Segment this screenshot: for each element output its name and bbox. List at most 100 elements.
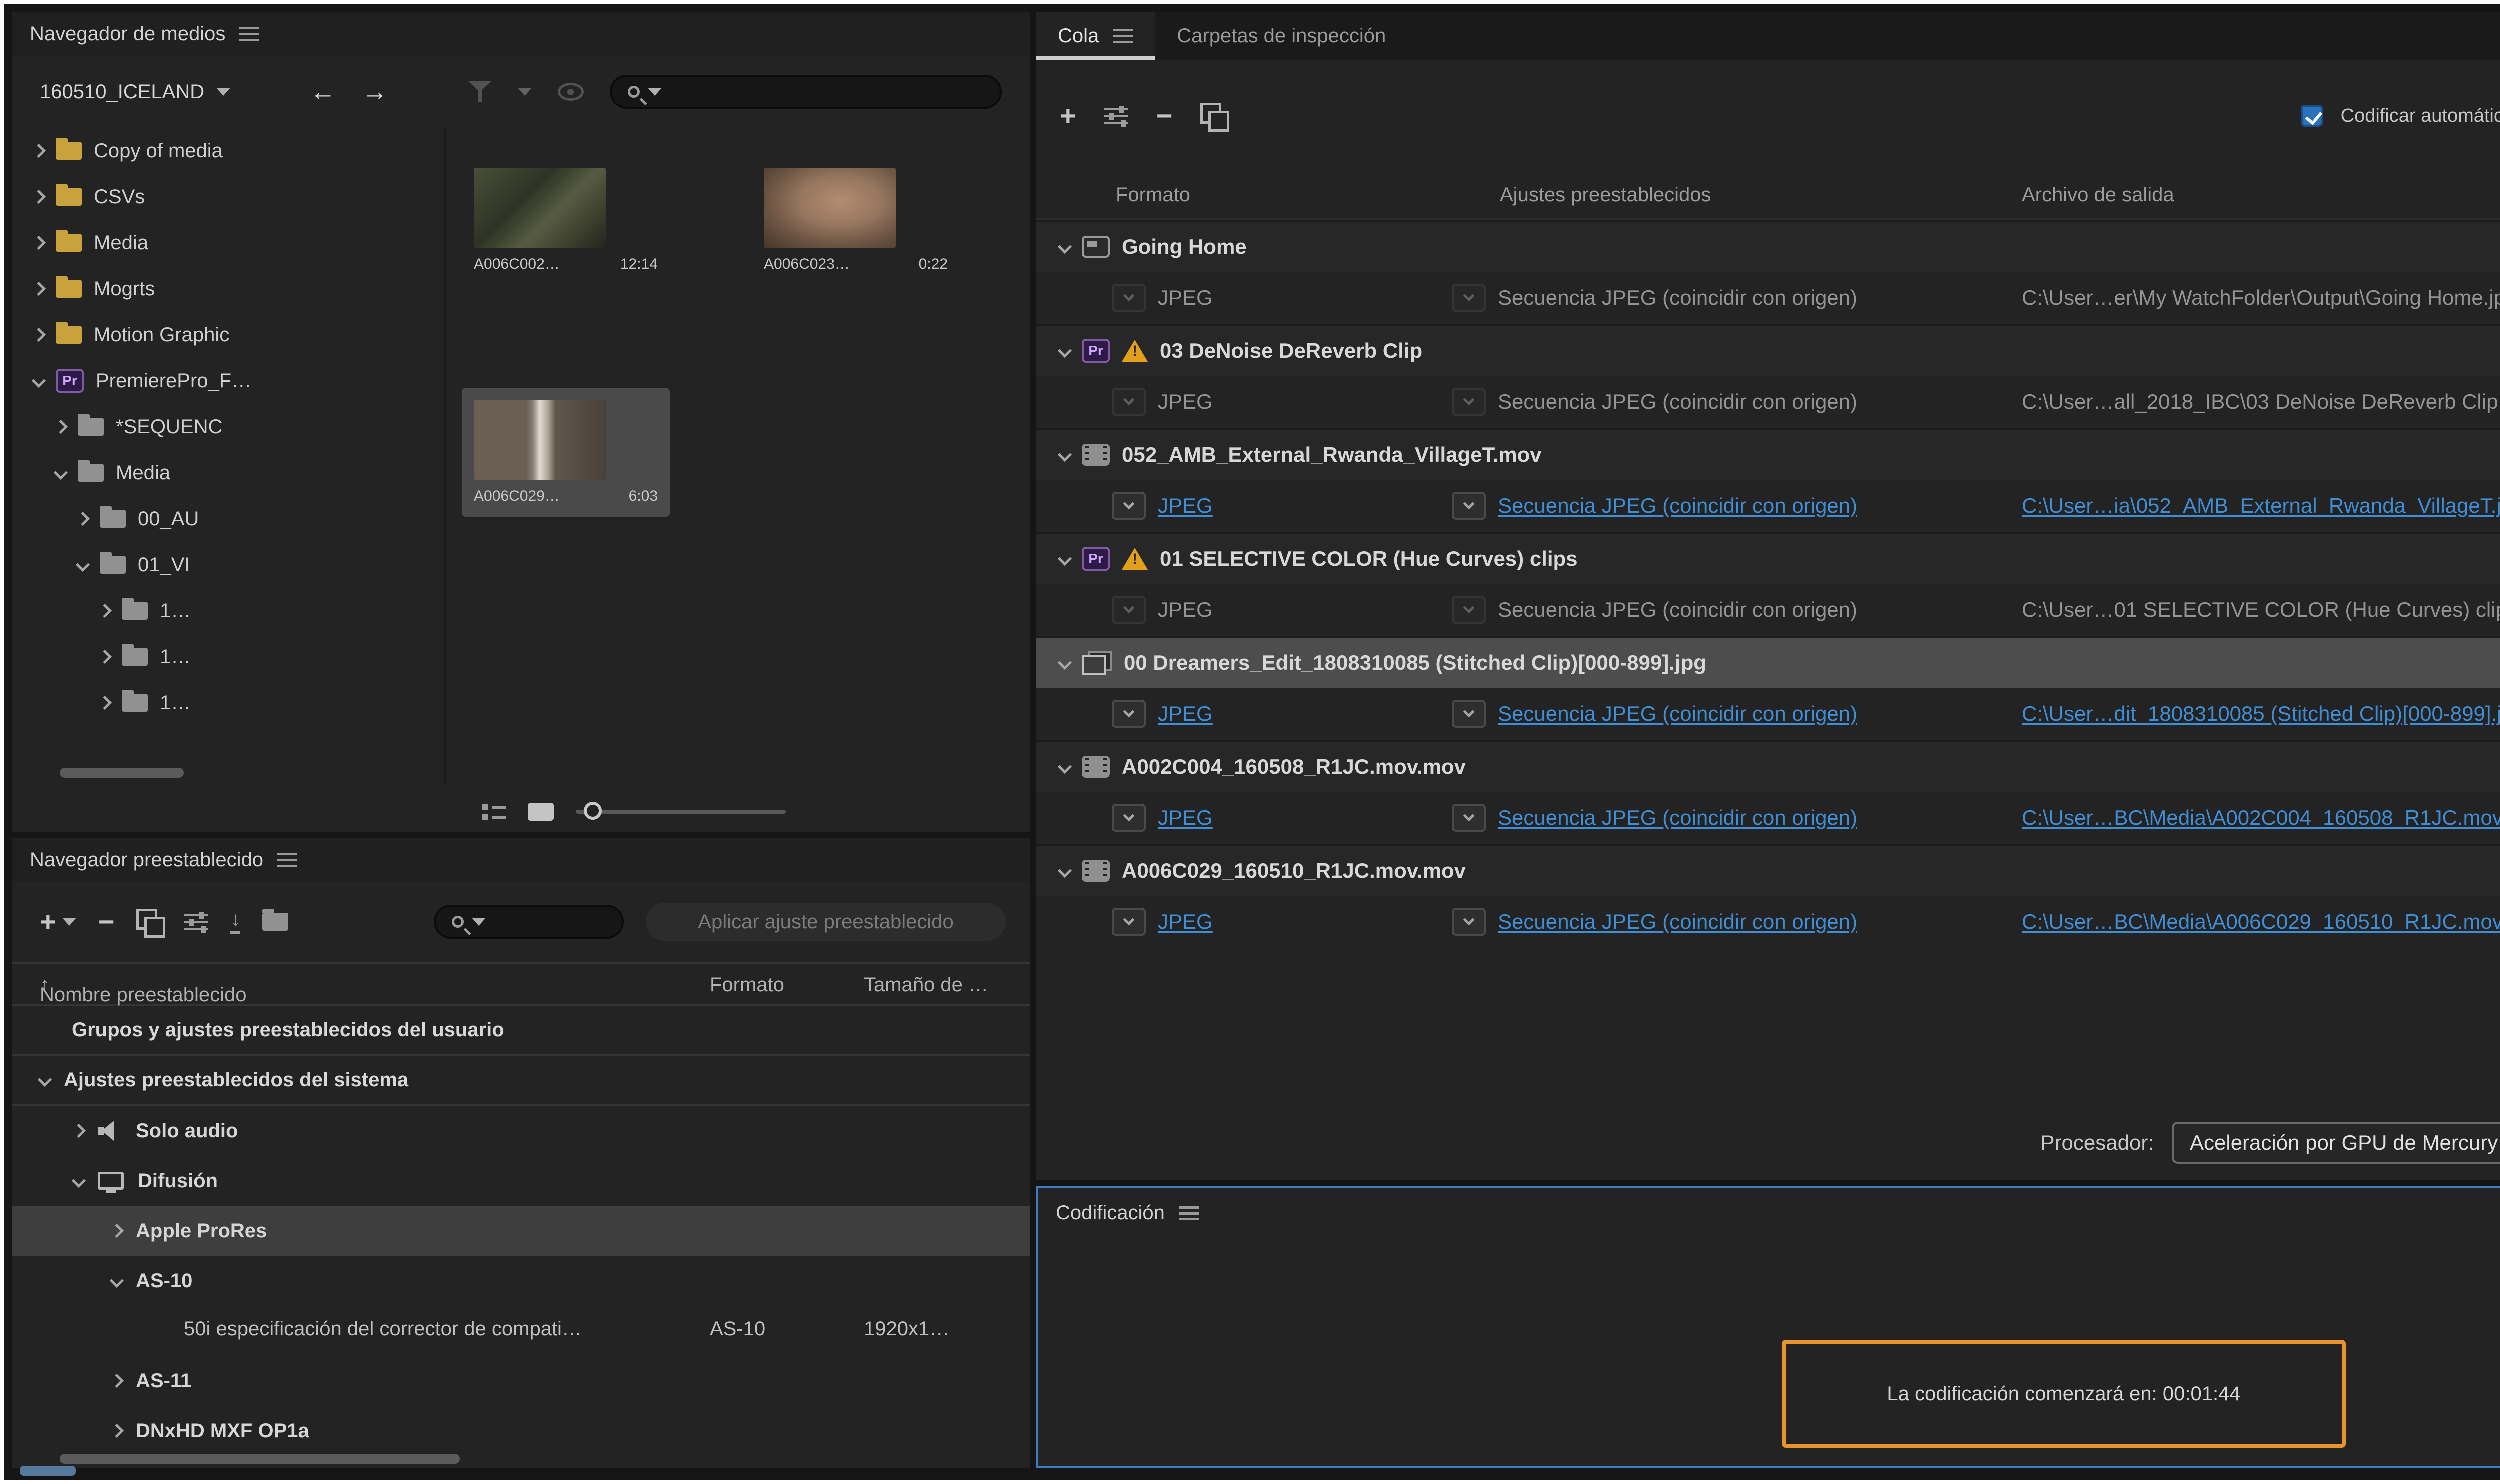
output-path-link[interactable]: C:\User…all_2018_IBC\03 DeNoise DeReverb… [2010,390,2500,414]
preset-item-50i[interactable]: 50i especificación del corrector de comp… [12,1306,1030,1356]
format-link[interactable]: JPEG [1146,702,1452,726]
chevron-right-icon[interactable] [32,144,46,158]
column-output[interactable]: Archivo de salida [2022,184,2174,206]
queue-source-row[interactable]: Pr 01 SELECTIVE COLOR (Hue Curves) clips [1036,532,2500,584]
chevron-right-icon[interactable] [98,604,112,618]
queue-output-row[interactable]: JPEG Secuencia JPEG (coincidir con orige… [1036,584,2500,636]
tree-item-subfolder-2[interactable]: 1… [12,634,444,680]
queue-source-row[interactable]: Going Home [1036,220,2500,272]
preset-group-audio-only[interactable]: Solo audio [12,1106,1030,1156]
tree-item-media[interactable]: Media [12,220,444,266]
chevron-right-icon[interactable] [32,236,46,250]
zoom-slider-knob[interactable] [584,802,602,820]
chevron-right-icon[interactable] [98,696,112,710]
output-path-link[interactable]: C:\User…er\My WatchFolder\Output\Going H… [2010,286,2500,310]
tree-item-mogrts[interactable]: Mogrts [12,266,444,312]
preset-group-dnxhd[interactable]: DNxHD MXF OP1a [12,1406,1030,1456]
panel-menu-icon[interactable] [240,27,260,41]
queue-source-row[interactable]: 052_AMB_External_Rwanda_VillageT.mov [1036,428,2500,480]
queue-source-row[interactable]: A002C004_160508_R1JC.mov.mov [1036,740,2500,792]
auto-encode-checkbox[interactable] [2301,105,2323,127]
media-thumbnail[interactable]: A006C023…0:22 [752,156,960,285]
preset-link[interactable]: Secuencia JPEG (coincidir con origen) [1486,494,2010,518]
add-source-button[interactable]: + [1060,102,1076,130]
tree-item-motion-graphic[interactable]: Motion Graphic [12,312,444,358]
chevron-right-icon[interactable] [110,1374,124,1388]
thumbnail-view-button[interactable] [528,803,554,821]
format-link[interactable]: JPEG [1146,910,1452,934]
section-system-presets[interactable]: Ajustes preestablecidos del sistema [12,1056,1030,1106]
preset-browser-header[interactable]: Navegador preestablecido [12,838,1030,882]
preset-link[interactable]: Secuencia JPEG (coincidir con origen) [1486,598,2010,622]
queue-output-row[interactable]: JPEG Secuencia JPEG (coincidir con orige… [1036,896,2500,948]
add-output-button[interactable] [1104,106,1128,126]
chevron-down-icon[interactable] [1058,552,1072,566]
column-size[interactable]: Tamaño de … [864,974,988,996]
location-dropdown[interactable]: 160510_ICELAND [40,81,284,104]
filter-chevron-icon[interactable] [518,88,532,96]
format-link[interactable]: JPEG [1146,806,1452,830]
preset-link[interactable]: Secuencia JPEG (coincidir con origen) [1486,286,2010,310]
format-dropdown[interactable] [1112,284,1146,312]
chevron-down-icon[interactable] [1058,656,1072,670]
list-view-button[interactable] [482,802,506,822]
media-search-input[interactable] [610,75,1002,109]
preset-dropdown[interactable] [1452,596,1486,624]
chevron-down-icon[interactable] [76,558,90,572]
tab-queue[interactable]: Cola [1036,12,1155,60]
preset-horizontal-scrollbar[interactable] [60,1454,460,1464]
tree-horizontal-scrollbar[interactable] [60,768,184,778]
preset-dropdown[interactable] [1452,700,1486,728]
chevron-down-icon[interactable] [1058,344,1072,358]
format-link[interactable]: JPEG [1146,390,1452,414]
format-link[interactable]: JPEG [1146,286,1452,310]
back-button[interactable]: ← [310,79,336,105]
remove-preset-button[interactable]: − [98,908,115,936]
queue-source-row-selected[interactable]: 00 Dreamers_Edit_1808310085 (Stitched Cl… [1036,636,2500,688]
chevron-down-icon[interactable] [110,1274,124,1288]
apply-preset-button[interactable]: Aplicar ajuste preestablecido [646,903,1006,941]
tab-watch-folders[interactable]: Carpetas de inspección [1155,12,1408,60]
tree-item-media-bin[interactable]: Media [12,450,444,496]
format-dropdown[interactable] [1112,908,1146,936]
preset-dropdown[interactable] [1452,908,1486,936]
preset-group-as11[interactable]: AS-11 [12,1356,1030,1406]
add-preset-chevron-icon[interactable] [62,918,76,926]
queue-source-row[interactable]: Pr 03 DeNoise DeReverb Clip [1036,324,2500,376]
preset-dropdown[interactable] [1452,388,1486,416]
chevron-right-icon[interactable] [32,190,46,204]
filter-icon[interactable] [468,81,492,103]
add-preset-button[interactable]: + [40,908,56,936]
column-format[interactable]: Formato [710,974,784,996]
preset-link[interactable]: Secuencia JPEG (coincidir con origen) [1486,910,2010,934]
chevron-right-icon[interactable] [32,282,46,296]
section-user-presets[interactable]: Grupos y ajustes preestablecidos del usu… [12,1006,1030,1056]
preset-link[interactable]: Secuencia JPEG (coincidir con origen) [1486,390,2010,414]
preset-link[interactable]: Secuencia JPEG (coincidir con origen) [1486,806,2010,830]
tree-item-01-video[interactable]: 01_VI [12,542,444,588]
forward-button[interactable]: → [362,79,388,105]
chevron-down-icon[interactable] [1058,240,1072,254]
column-name[interactable]: Nombre preestablecido ↑ [40,974,50,996]
output-path-link[interactable]: C:\User…BC\Media\A006C029_160510_R1JC.mo… [2010,910,2500,934]
queue-output-row[interactable]: JPEG Secuencia JPEG (coincidir con orige… [1036,688,2500,740]
column-format[interactable]: Formato [1116,184,1190,206]
panel-menu-icon[interactable] [1113,29,1133,43]
chevron-right-icon[interactable] [110,1424,124,1438]
preset-dropdown[interactable] [1452,492,1486,520]
chevron-right-icon[interactable] [110,1224,124,1238]
preset-group-as10[interactable]: AS-10 [12,1256,1030,1306]
media-browser-header[interactable]: Navegador de medios [12,12,1030,56]
preset-settings-button[interactable] [184,912,208,932]
chevron-down-icon[interactable] [1058,448,1072,462]
import-preset-button[interactable]: ↓ [230,910,240,934]
format-dropdown[interactable] [1112,388,1146,416]
chevron-down-icon[interactable] [1058,760,1072,774]
tree-item-00-audio[interactable]: 00_AU [12,496,444,542]
thumbnail-zoom-slider[interactable] [576,810,786,814]
tree-item-subfolder-3[interactable]: 1… [12,680,444,726]
format-dropdown[interactable] [1112,804,1146,832]
queue-output-row[interactable]: JPEG Secuencia JPEG (coincidir con orige… [1036,272,2500,324]
tree-item-csvs[interactable]: CSVs [12,174,444,220]
output-path-link[interactable]: C:\User…ia\052_AMB_External_Rwanda_Villa… [2010,494,2500,518]
